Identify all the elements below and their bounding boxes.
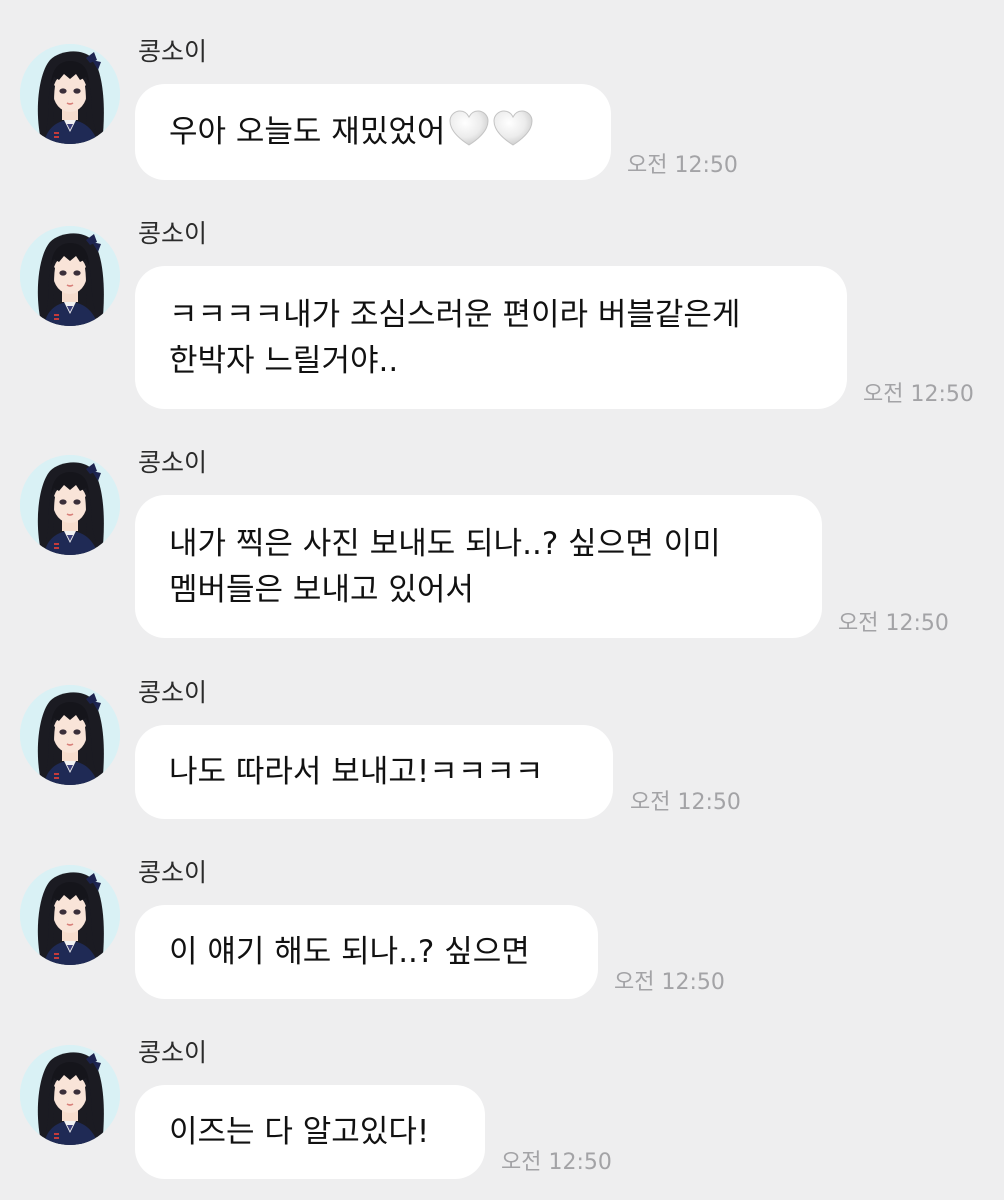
avatar[interactable] bbox=[20, 865, 120, 965]
message-timestamp: 오전 12:50 bbox=[627, 153, 738, 178]
message-timestamp: 오전 12:50 bbox=[863, 382, 974, 407]
sender-name: 콩소이 bbox=[138, 1038, 208, 1067]
message-line: 한박자 느릴거야.. bbox=[169, 342, 399, 379]
message-text: 우아 오늘도 재밌었어 bbox=[169, 114, 446, 150]
message-line: ㅋㅋㅋㅋ내가 조심스러운 편이라 버블같은게 bbox=[169, 296, 741, 333]
sender-name: 콩소이 bbox=[138, 37, 208, 66]
avatar[interactable] bbox=[20, 226, 120, 326]
message-bubble[interactable]: 이 얘기 해도 되나..? 싶으면 bbox=[135, 905, 598, 999]
message-line: 이 얘기 해도 되나..? 싶으면 bbox=[169, 934, 530, 970]
white-heart-icon bbox=[449, 110, 489, 148]
sender-name: 콩소이 bbox=[138, 219, 208, 248]
message-line: 내가 찍은 사진 보내도 되나..? 싶으면 이미 bbox=[169, 525, 721, 562]
message-timestamp: 오전 12:50 bbox=[630, 790, 741, 815]
message-bubble[interactable]: 우아 오늘도 재밌었어 bbox=[135, 84, 611, 180]
white-heart-icon bbox=[493, 110, 533, 148]
message-bubble[interactable]: 나도 따라서 보내고!ㅋㅋㅋㅋ bbox=[135, 725, 613, 819]
message-line: 우아 오늘도 재밌었어 bbox=[169, 109, 577, 155]
message-bubble[interactable]: ㅋㅋㅋㅋ내가 조심스러운 편이라 버블같은게 한박자 느릴거야.. bbox=[135, 266, 847, 409]
avatar[interactable] bbox=[20, 455, 120, 555]
message-timestamp: 오전 12:50 bbox=[614, 970, 725, 995]
message-timestamp: 오전 12:50 bbox=[838, 611, 949, 636]
message-bubble[interactable]: 이즈는 다 알고있다! bbox=[135, 1085, 485, 1179]
avatar[interactable] bbox=[20, 1045, 120, 1145]
sender-name: 콩소이 bbox=[138, 858, 208, 887]
avatar[interactable] bbox=[20, 685, 120, 785]
message-line: 나도 따라서 보내고!ㅋㅋㅋㅋ bbox=[169, 754, 544, 790]
message-timestamp: 오전 12:50 bbox=[501, 1150, 612, 1175]
avatar[interactable] bbox=[20, 44, 120, 144]
sender-name: 콩소이 bbox=[138, 448, 208, 477]
message-bubble[interactable]: 내가 찍은 사진 보내도 되나..? 싶으면 이미 멤버들은 보내고 있어서 bbox=[135, 495, 822, 638]
message-line: 이즈는 다 알고있다! bbox=[169, 1114, 430, 1150]
message-line: 멤버들은 보내고 있어서 bbox=[169, 571, 474, 608]
sender-name: 콩소이 bbox=[138, 678, 208, 707]
